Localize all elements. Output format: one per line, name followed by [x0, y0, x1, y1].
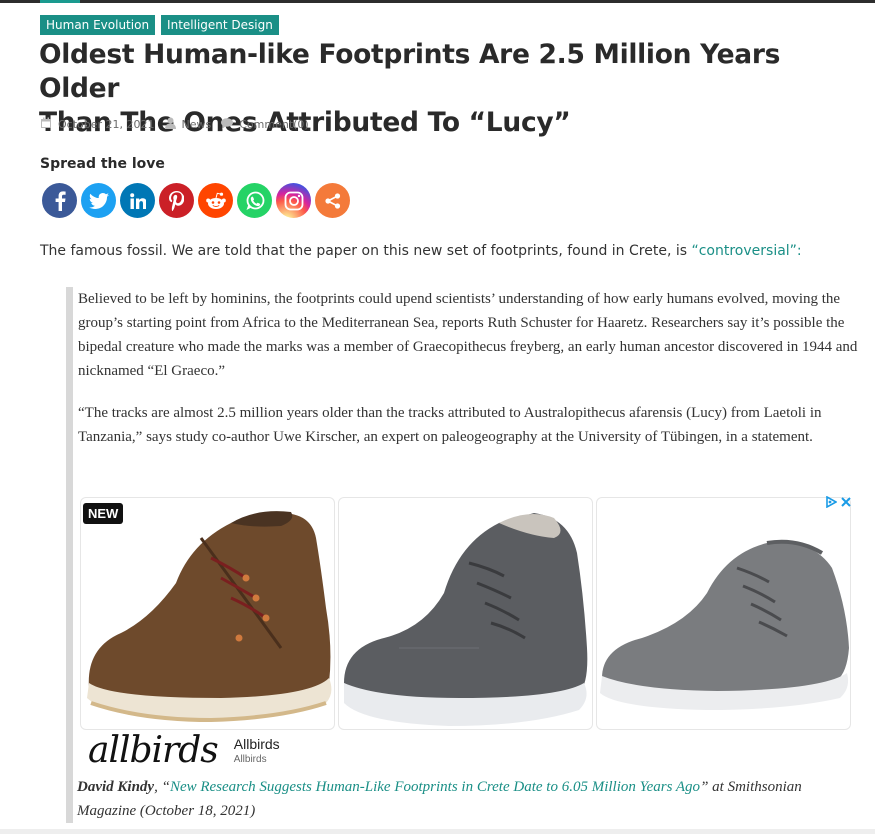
quote-paragraph-2: “The tracks are almost 2.5 million years…: [78, 405, 822, 445]
top-bar: [0, 0, 875, 3]
facebook-share-button[interactable]: [42, 183, 77, 218]
bottom-bar: [0, 829, 875, 834]
citation: David Kindy, “New Research Suggests Huma…: [77, 775, 857, 823]
instagram-icon: [284, 191, 303, 210]
top-bar-accent: [40, 0, 80, 3]
meta-comments-text[interactable]: Comment(0): [239, 118, 308, 131]
citation-link[interactable]: New Research Suggests Human-Like Footpri…: [170, 779, 700, 795]
citation-author: David Kindy: [77, 779, 155, 795]
gray-shoe-image: [344, 513, 588, 726]
comment-icon: [221, 117, 234, 132]
linkedin-share-button[interactable]: [120, 183, 155, 218]
ad-product-card-2[interactable]: [338, 497, 593, 730]
user-icon: [164, 117, 176, 132]
brand-sub: Allbirds: [233, 754, 267, 765]
meta-category[interactable]: News: [164, 117, 212, 132]
brand-text: Allbirds Allbirds: [234, 736, 280, 765]
allbirds-logo[interactable]: allbirds: [88, 733, 219, 769]
title-line-1: Oldest Human-like Footprints Are 2.5 Mil…: [39, 39, 781, 104]
facebook-icon: [55, 190, 66, 211]
reddit-share-button[interactable]: [198, 183, 233, 218]
twitter-icon: [88, 192, 109, 209]
intro-text: The famous fossil. We are told that the …: [40, 243, 692, 259]
brown-shoe-image: [87, 511, 332, 723]
meta-date-text: October 21, 2021: [58, 118, 155, 131]
whatsapp-icon: [246, 191, 264, 210]
brand-name[interactable]: Allbirds: [234, 736, 280, 752]
tag-intelligent-design[interactable]: Intelligent Design: [161, 15, 279, 35]
adchoices[interactable]: [826, 496, 851, 508]
adchoices-icon[interactable]: [826, 496, 837, 508]
article-meta: October 21, 2021 News Comment(0): [40, 117, 319, 132]
intro-paragraph: The famous fossil. We are told that the …: [40, 243, 802, 259]
advertisement[interactable]: NEW: [80, 496, 853, 733]
linkedin-icon: [129, 192, 146, 209]
controversial-link[interactable]: “controversial”:: [691, 243, 801, 259]
ad-product-card-3[interactable]: [596, 497, 851, 730]
citation-sep: , “: [154, 779, 170, 795]
reddit-icon: [205, 192, 226, 209]
social-share-bar: [42, 183, 350, 218]
pinterest-share-button[interactable]: [159, 183, 194, 218]
instagram-share-button[interactable]: [276, 183, 311, 218]
new-badge: NEW: [83, 503, 124, 524]
close-icon[interactable]: [841, 497, 851, 507]
twitter-share-button[interactable]: [81, 183, 116, 218]
share-icon: [324, 192, 340, 209]
pinterest-icon: [169, 190, 184, 211]
meta-category-text[interactable]: News: [182, 118, 212, 131]
light-gray-shoe-image: [600, 539, 849, 710]
category-tags: Human Evolution Intelligent Design: [40, 15, 279, 35]
meta-comments[interactable]: Comment(0): [221, 117, 309, 132]
more-share-button[interactable]: [315, 183, 350, 218]
spread-label: Spread the love: [40, 156, 165, 172]
ad-product-card-1[interactable]: NEW: [80, 497, 335, 730]
quote-paragraph-1: Believed to be left by hominins, the foo…: [78, 291, 858, 379]
meta-date: October 21, 2021: [40, 117, 155, 132]
calendar-icon: [40, 117, 52, 132]
whatsapp-share-button[interactable]: [237, 183, 272, 218]
ad-brand[interactable]: allbirds Allbirds Allbirds: [88, 733, 280, 769]
tag-human-evolution[interactable]: Human Evolution: [40, 15, 156, 35]
